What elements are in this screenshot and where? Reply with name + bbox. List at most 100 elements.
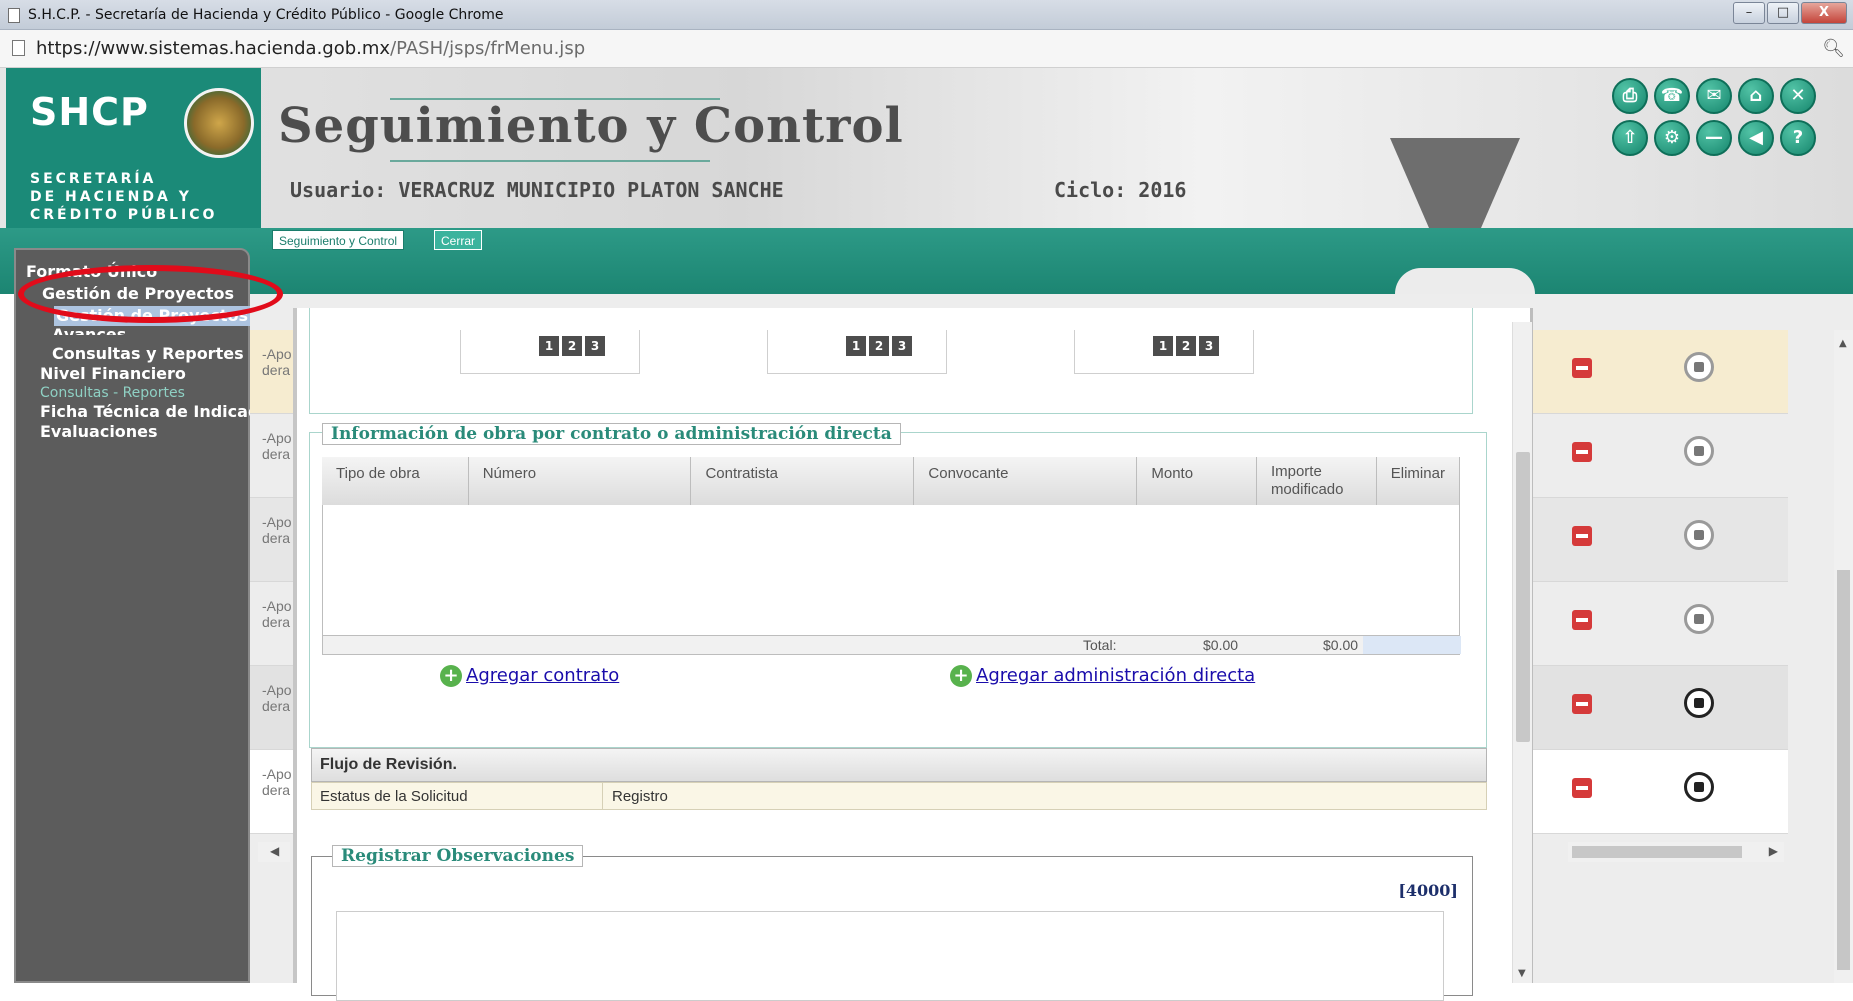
col-importe-modificado[interactable]: Importe modificado bbox=[1256, 457, 1377, 505]
minimize-button[interactable]: – bbox=[1733, 2, 1765, 24]
total-monto: $0.00 bbox=[1203, 637, 1239, 653]
page-button-1[interactable]: 1 bbox=[539, 336, 559, 356]
page-icon bbox=[12, 40, 25, 56]
back-icon[interactable]: ◀ bbox=[1738, 120, 1774, 156]
delete-icon[interactable] bbox=[1572, 778, 1592, 798]
pagers-box: 1 2 3 1 2 3 1 2 3 bbox=[309, 308, 1473, 414]
row-text-line2: dera bbox=[262, 530, 291, 546]
col-convocante[interactable]: Convocante bbox=[913, 457, 1138, 505]
url-field[interactable]: https://www.sistemas.hacienda.gob.mx/PAS… bbox=[36, 38, 585, 59]
page-button-1[interactable]: 1 bbox=[846, 336, 866, 356]
pager: 1 2 3 bbox=[460, 330, 640, 374]
page-button-3[interactable]: 3 bbox=[585, 336, 605, 356]
stop-icon[interactable] bbox=[1684, 436, 1714, 466]
nav-consultas-sub[interactable]: Consultas - Reportes bbox=[40, 385, 185, 401]
scroll-up-icon[interactable]: ▲ bbox=[1839, 338, 1847, 349]
row-text-line2: dera bbox=[262, 614, 291, 630]
row-text-line1: -Apo bbox=[262, 430, 292, 446]
col-eliminar[interactable]: Eliminar bbox=[1376, 457, 1461, 505]
page-scroll-thumb[interactable] bbox=[1837, 570, 1850, 970]
row-text: -Apo dera bbox=[262, 682, 292, 714]
obra-table: Tipo de obra Número Contratista Convocan… bbox=[322, 457, 1461, 505]
secretaria-line: SECRETARÍA bbox=[30, 171, 157, 187]
observations-textarea[interactable] bbox=[336, 911, 1444, 1001]
minus-icon[interactable]: — bbox=[1696, 120, 1732, 156]
right-scroll-thumb[interactable] bbox=[1572, 846, 1742, 858]
page-button-2[interactable]: 2 bbox=[869, 336, 889, 356]
nav-consultas-reportes[interactable]: Consultas y Reportes bbox=[52, 344, 244, 363]
phone-icon[interactable]: ☎ bbox=[1654, 78, 1690, 114]
row-text-line2: dera bbox=[262, 446, 291, 462]
page-button-3[interactable]: 3 bbox=[1199, 336, 1219, 356]
print-icon[interactable]: ⎙ bbox=[1612, 78, 1648, 114]
row-text-line2: dera bbox=[262, 698, 291, 714]
close-window-button[interactable]: X bbox=[1801, 2, 1847, 24]
page-scrollbar[interactable]: ▲ bbox=[1834, 330, 1853, 983]
secretaria-line: DE HACIENDA Y bbox=[30, 189, 192, 205]
address-bar: https://www.sistemas.hacienda.gob.mx/PAS… bbox=[0, 30, 1853, 68]
stop-icon[interactable] bbox=[1684, 772, 1714, 802]
zoom-icon[interactable]: 🔍︎ bbox=[1822, 38, 1845, 59]
right-horizontal-scrollbar[interactable]: ▶ bbox=[1568, 842, 1784, 862]
tab-cerrar[interactable]: Cerrar bbox=[434, 230, 483, 250]
maximize-button[interactable]: □ bbox=[1767, 2, 1799, 24]
obra-table-body bbox=[322, 505, 1460, 635]
nav-evaluaciones[interactable]: Evaluaciones bbox=[40, 422, 158, 441]
close-icon[interactable]: ✕ bbox=[1780, 78, 1816, 114]
col-monto[interactable]: Monto bbox=[1136, 457, 1257, 505]
row-text: -Apo dera bbox=[262, 514, 292, 546]
delete-icon[interactable] bbox=[1572, 442, 1592, 462]
pager: 1 2 3 bbox=[1074, 330, 1254, 374]
inner-scroll-left[interactable]: ◀ bbox=[258, 842, 290, 862]
nav-nivel-financiero[interactable]: Nivel Financiero bbox=[40, 364, 186, 383]
secretaria-label: SECRETARÍA DE HACIENDA Y CRÉDITO PÚBLICO bbox=[30, 170, 217, 224]
stop-icon[interactable] bbox=[1684, 688, 1714, 718]
window-title: S.H.C.P. - Secretaría de Hacienda y Créd… bbox=[28, 7, 504, 23]
add-contrato-link[interactable]: + Agregar contrato bbox=[440, 665, 619, 687]
nav-ficha-tecnica[interactable]: Ficha Técnica de Indicadores bbox=[40, 402, 250, 421]
status-divider bbox=[602, 783, 603, 809]
scroll-right-icon[interactable]: ▶ bbox=[1769, 844, 1778, 858]
col-numero[interactable]: Número bbox=[468, 457, 692, 505]
stop-icon[interactable] bbox=[1684, 520, 1714, 550]
add-contrato-label: Agregar contrato bbox=[466, 665, 620, 686]
scroll-left-icon[interactable]: ◀ bbox=[270, 844, 279, 858]
col-contratista[interactable]: Contratista bbox=[690, 457, 915, 505]
row-text: -Apo dera bbox=[262, 346, 292, 378]
add-admin-link[interactable]: + Agregar administración directa bbox=[950, 665, 1255, 687]
obra-table-header: Tipo de obra Número Contratista Convocan… bbox=[322, 457, 1461, 505]
delete-icon[interactable] bbox=[1572, 358, 1592, 378]
delete-icon[interactable] bbox=[1572, 526, 1592, 546]
scroll-down-icon[interactable]: ▼ bbox=[1518, 968, 1526, 979]
modal-scrollbar[interactable]: ▼ bbox=[1512, 322, 1532, 983]
col-tipo-obra[interactable]: Tipo de obra bbox=[322, 457, 469, 505]
nav-avances[interactable]: Avances bbox=[52, 325, 126, 335]
browser-title-bar: S.H.C.P. - Secretaría de Hacienda y Créd… bbox=[0, 0, 1853, 30]
user-label: Usuario: VERACRUZ MUNICIPIO PLATON SANCH… bbox=[290, 178, 784, 202]
project-detail-modal: 1 2 3 1 2 3 1 2 3 Información de obra po… bbox=[293, 308, 1533, 1001]
row-text: -Apo dera bbox=[262, 598, 292, 630]
page-button-2[interactable]: 2 bbox=[1176, 336, 1196, 356]
page-button-2[interactable]: 2 bbox=[562, 336, 582, 356]
modal-scroll-thumb[interactable] bbox=[1516, 452, 1530, 742]
red-highlight-ellipse bbox=[18, 265, 283, 323]
help-icon[interactable]: ? bbox=[1780, 120, 1816, 156]
title-rule-bottom bbox=[390, 160, 710, 162]
add-admin-label: Agregar administración directa bbox=[976, 665, 1256, 686]
settings-icon[interactable]: ⚙ bbox=[1654, 120, 1690, 156]
status-row: Estatus de la Solicitud Registro bbox=[311, 782, 1487, 810]
delete-icon[interactable] bbox=[1572, 694, 1592, 714]
national-seal-icon bbox=[184, 88, 254, 158]
stop-icon[interactable] bbox=[1684, 352, 1714, 382]
export-icon[interactable]: ⇧ bbox=[1612, 120, 1648, 156]
url-path: /PASH/jsps/frMenu.jsp bbox=[390, 38, 586, 59]
char-counter: [4000] bbox=[1398, 881, 1458, 900]
home-icon[interactable]: ⌂ bbox=[1738, 78, 1774, 114]
tab-seguimiento[interactable]: Seguimiento y Control bbox=[272, 230, 405, 250]
delete-icon[interactable] bbox=[1572, 610, 1592, 630]
page-button-3[interactable]: 3 bbox=[892, 336, 912, 356]
stop-icon[interactable] bbox=[1684, 604, 1714, 634]
row-text-line2: dera bbox=[262, 362, 291, 378]
mail-icon[interactable]: ✉ bbox=[1696, 78, 1732, 114]
page-button-1[interactable]: 1 bbox=[1153, 336, 1173, 356]
